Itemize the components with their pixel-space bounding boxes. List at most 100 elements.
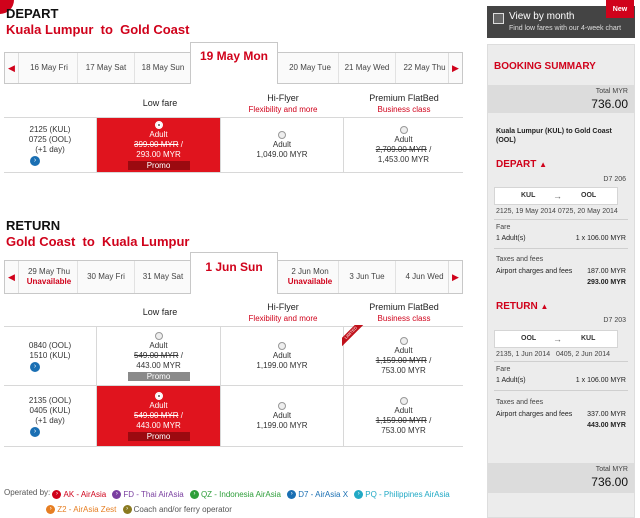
radio-icon[interactable] xyxy=(278,130,286,139)
trip-route: Kuala Lumpur (KUL) to Gold Coast (OOL) xyxy=(496,128,612,144)
summary-depart-title: DEPART ▲ xyxy=(496,159,548,170)
return-flight-number: D7 203 xyxy=(603,317,626,324)
legend-item: › AK - AirAsia xyxy=(52,488,106,501)
taxes-label: Taxes and fees xyxy=(496,256,544,263)
return-next-arrow-icon[interactable]: ▶ xyxy=(448,261,462,293)
radio-icon[interactable] xyxy=(154,120,163,129)
airport-charges-amount: 187.00 MYR xyxy=(587,268,626,275)
legend-item: › PQ - Philippines AirAsia xyxy=(354,488,450,501)
airline-arrow-icon: › xyxy=(287,490,297,499)
depart-times: 2125, 19 May 2014 0725, 20 May 2014 xyxy=(496,208,618,215)
depart-subtotal: 293.00 MYR xyxy=(587,279,626,286)
promo-badge: Promo xyxy=(127,431,190,441)
return-subtotal: 443.00 MYR xyxy=(587,422,626,429)
radio-icon[interactable] xyxy=(154,391,163,400)
flatbed-fare-option[interactable]: Adult 2,709.00 MYR / 1,453.00 MYR xyxy=(344,118,463,172)
airport-charges-label: Airport charges and fees xyxy=(496,268,573,275)
return-flight-row: 2135 (OOL) 0405 (KUL) (+1 day) › Adult 5… xyxy=(4,385,463,447)
operator-legend: Operated by: › AK - AirAsia › FD - Thai Ai… xyxy=(4,486,474,516)
legend-item: › FD - Thai AirAsia xyxy=(112,488,184,501)
return-low-fare-header: Low fare xyxy=(142,307,178,317)
fare-calc: 1 x 106.00 MYR xyxy=(575,377,626,384)
flight-info-icon[interactable]: › xyxy=(30,155,40,166)
depart-hiflyer-header: Hi-Flyer Flexibility and more xyxy=(248,93,318,114)
depart-title: DEPART xyxy=(6,6,59,21)
low-fare-option[interactable]: Adult 549.00 MYR / 443.00 MYR Promo xyxy=(97,327,220,385)
depart-date-tab[interactable]: 20 May Tue xyxy=(282,53,339,83)
arrow-right-icon: → xyxy=(553,191,562,201)
radio-icon[interactable] xyxy=(399,396,408,405)
airport-charges-label: Airport charges and fees xyxy=(496,411,573,418)
depart-flatbed-header: Premium FlatBed Business class xyxy=(369,93,439,114)
radio-icon[interactable] xyxy=(278,401,286,410)
return-hiflyer-header: Hi-Flyer Flexibility and more xyxy=(248,302,318,323)
flight-info-icon[interactable]: › xyxy=(30,426,40,437)
depart-route-box: KUL → OOL xyxy=(494,187,618,205)
return-flight-row: 0840 (OOL) 1510 (KUL) › Adult 549.00 MYR… xyxy=(4,325,463,386)
hiflyer-fare-option[interactable]: Adult 1,049.00 MYR xyxy=(221,118,343,172)
total-band-bottom: Total MYR 736.00 xyxy=(488,463,634,493)
depart-selected-date-tab[interactable]: 19 May Mon xyxy=(190,42,278,84)
limited-ribbon: LIMITED xyxy=(342,325,364,347)
taxes-label: Taxes and fees xyxy=(496,399,544,406)
depart-next-arrow-icon[interactable]: ▶ xyxy=(448,53,462,83)
return-route: Gold Coast to Kuala Lumpur xyxy=(6,234,190,249)
summary-return-title: RETURN ▲ xyxy=(496,301,549,312)
flight-times: 2125 (KUL) 0725 (OOL) (+1 day) › xyxy=(28,124,72,166)
legend-item: › QZ - Indonesia AirAsia xyxy=(189,488,281,501)
return-date-tab[interactable]: 4 Jun Wed xyxy=(396,261,453,293)
depart-date-tab[interactable]: 22 May Thu xyxy=(396,53,453,83)
total-band-top: Total MYR 736.00 xyxy=(488,85,634,113)
fare-label: Fare xyxy=(496,224,511,231)
radio-icon[interactable] xyxy=(399,336,408,345)
low-fare-option-selected[interactable]: Adult 549.00 MYR / 443.00 MYR Promo xyxy=(97,386,220,446)
return-date-tab[interactable]: 31 May Sat xyxy=(135,261,192,293)
airline-arrow-icon: › xyxy=(354,490,364,499)
depart-date-tab[interactable]: 16 May Fri xyxy=(21,53,78,83)
flatbed-fare-option[interactable]: LIMITED Adult 1,159.00 MYR / 753.00 MYR xyxy=(342,325,463,385)
depart-date-tab[interactable]: 18 May Sun xyxy=(135,53,192,83)
airport-charges-amount: 337.00 MYR xyxy=(587,411,626,418)
legend-label: Operated by: xyxy=(4,488,51,497)
return-prev-arrow-icon[interactable]: ◀ xyxy=(5,261,19,293)
promo-badge: Promo xyxy=(127,160,190,170)
airline-arrow-icon: › xyxy=(52,490,62,499)
arrow-right-icon: → xyxy=(553,334,562,344)
coach-arrow-icon: › xyxy=(122,505,132,514)
flight-info-icon[interactable]: › xyxy=(30,361,40,372)
hiflyer-fare-option[interactable]: Adult 1,199.00 MYR xyxy=(221,327,343,385)
depart-date-tab[interactable]: 21 May Wed xyxy=(339,53,396,83)
depart-flight-row: 2125 (KUL) 0725 (OOL) (+1 day) › Adult 3… xyxy=(4,117,463,173)
return-times: 2135, 1 Jun 2014 0405, 2 Jun 2014 xyxy=(496,351,611,358)
return-date-tab[interactable]: 29 May Thu Unavailable xyxy=(21,261,78,293)
depart-date-tab[interactable]: 17 May Sat xyxy=(78,53,135,83)
new-badge: New xyxy=(606,0,634,18)
booking-summary-panel: BOOKING SUMMARY Total MYR 736.00 Kuala L… xyxy=(487,44,635,518)
return-selected-date-tab[interactable]: 1 Jun Sun xyxy=(190,252,278,294)
depart-low-fare-header: Low fare xyxy=(142,98,178,108)
return-route-box: OOL → KUL xyxy=(494,330,618,348)
calendar-icon xyxy=(493,13,504,24)
radio-icon[interactable] xyxy=(154,331,163,340)
legend-item: › D7 - AirAsia X xyxy=(287,488,348,501)
return-title: RETURN xyxy=(6,218,61,233)
depart-flight-number: D7 206 xyxy=(603,176,626,183)
low-fare-option-selected[interactable]: Adult 399.00 MYR / 293.00 MYR Promo xyxy=(97,118,220,172)
return-date-tab[interactable]: 2 Jun Mon Unavailable xyxy=(282,261,339,293)
adults-count: 1 Adult(s) xyxy=(496,377,526,384)
adults-count: 1 Adult(s) xyxy=(496,235,526,242)
return-date-tab[interactable]: 3 Jun Tue xyxy=(339,261,396,293)
radio-icon[interactable] xyxy=(278,341,286,350)
fare-calc: 1 x 106.00 MYR xyxy=(575,235,626,242)
flight-times: 2135 (OOL) 0405 (KUL) (+1 day) › xyxy=(28,395,72,437)
promo-badge: Promo xyxy=(127,371,190,381)
depart-route: Kuala Lumpur to Gold Coast xyxy=(6,22,190,37)
airline-arrow-icon: › xyxy=(189,490,199,499)
hiflyer-fare-option[interactable]: Adult 1,199.00 MYR xyxy=(221,386,343,446)
radio-icon[interactable] xyxy=(399,125,408,134)
depart-prev-arrow-icon[interactable]: ◀ xyxy=(5,53,19,83)
return-date-tab[interactable]: 30 May Fri xyxy=(78,261,135,293)
legend-item: › Coach and/or ferry operator xyxy=(122,503,232,516)
airline-arrow-icon: › xyxy=(112,490,122,499)
flatbed-fare-option[interactable]: Adult 1,159.00 MYR / 753.00 MYR xyxy=(344,386,463,446)
